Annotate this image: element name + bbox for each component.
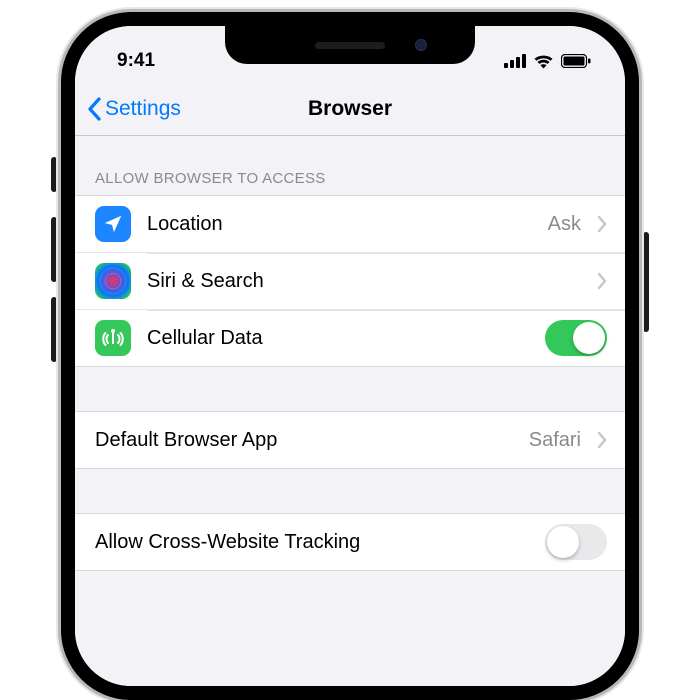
chevron-right-icon (597, 215, 607, 233)
row-default-browser-app[interactable]: Default Browser App Safari (75, 412, 625, 468)
chevron-left-icon (87, 97, 101, 121)
mute-switch (51, 157, 57, 192)
notch (225, 26, 475, 64)
row-label: Allow Cross-Website Tracking (95, 531, 529, 554)
row-siri-search[interactable]: Siri & Search (75, 252, 625, 309)
power-button (643, 232, 649, 332)
row-label: Default Browser App (95, 429, 513, 452)
cellular-signal-icon (504, 54, 526, 68)
cellular-data-toggle[interactable] (545, 320, 607, 356)
privacy-list: Allow Cross-Website Tracking (75, 513, 625, 571)
row-location[interactable]: Location Ask (75, 196, 625, 252)
row-cellular-data: Cellular Data (75, 309, 625, 366)
phone-frame: 9:41 Settings Browser Allow Browser to A… (61, 12, 639, 700)
row-cross-website-tracking: Allow Cross-Website Tracking (75, 514, 625, 570)
row-label: Cellular Data (147, 327, 529, 350)
wifi-icon (533, 54, 554, 69)
row-label: Location (147, 213, 532, 236)
location-icon (95, 206, 131, 242)
back-label: Settings (105, 97, 181, 121)
access-list: Location Ask Siri & Search Cellular Data (75, 195, 625, 367)
section-header-access: Allow Browser to Access (75, 136, 625, 195)
status-time: 9:41 (117, 50, 155, 72)
row-value: Ask (548, 213, 581, 236)
back-button[interactable]: Settings (87, 97, 181, 121)
nav-bar: Settings Browser (75, 82, 625, 136)
volume-down-button (51, 297, 57, 362)
chevron-right-icon (597, 272, 607, 290)
cross-website-tracking-toggle[interactable] (545, 524, 607, 560)
battery-icon (561, 54, 591, 68)
siri-icon (95, 263, 131, 299)
chevron-right-icon (597, 431, 607, 449)
row-value: Safari (529, 429, 581, 452)
default-browser-list: Default Browser App Safari (75, 411, 625, 469)
volume-up-button (51, 217, 57, 282)
cellular-data-icon (95, 320, 131, 356)
row-label: Siri & Search (147, 270, 581, 293)
